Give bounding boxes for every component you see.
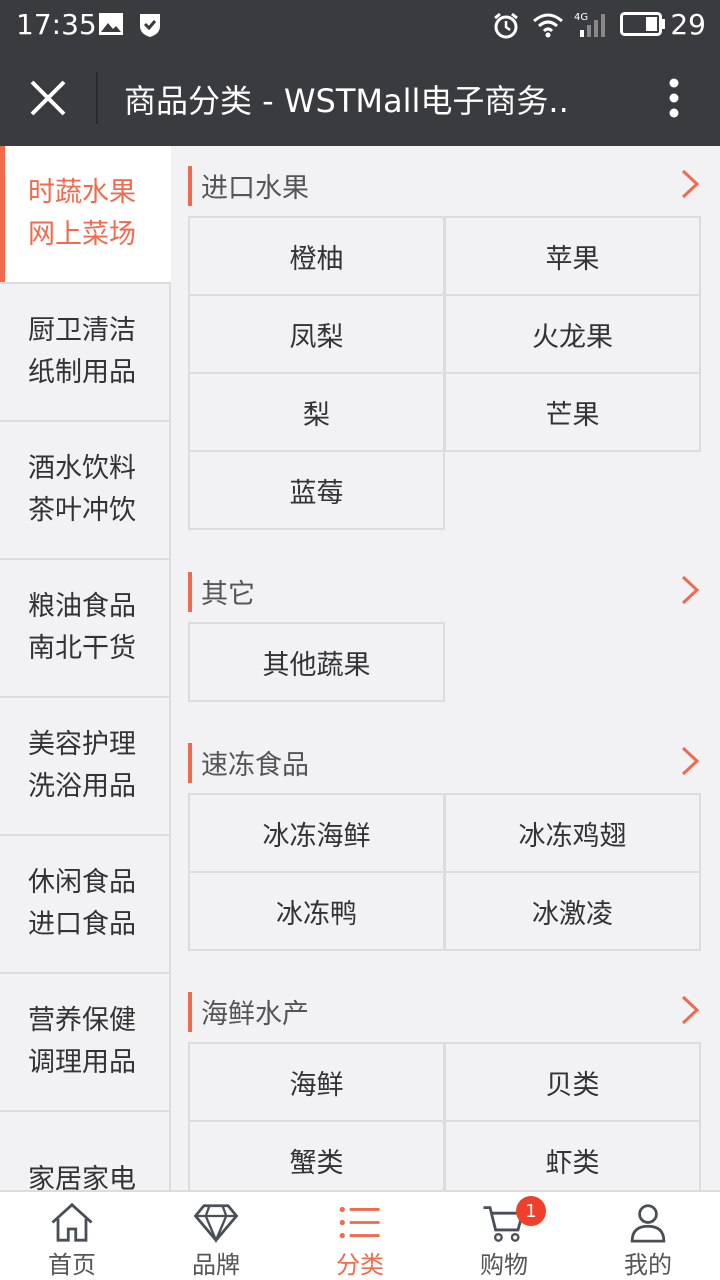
subcategory-item[interactable]: 橙柚 xyxy=(188,216,445,296)
category-sidebar: 时蔬水果 网上菜场 厨卫清洁 纸制用品 酒水饮料 茶叶冲饮 粮油食品 南北干货 … xyxy=(0,146,171,1190)
section-header[interactable]: 进口水果 xyxy=(188,154,700,216)
chevron-right-icon[interactable] xyxy=(680,168,700,200)
sidebar-item-label: 酒水饮料 xyxy=(28,453,136,484)
chevron-right-icon[interactable] xyxy=(680,574,700,606)
subcategory-item[interactable]: 冰冻海鲜 xyxy=(188,793,445,873)
subcategory-item[interactable]: 虾类 xyxy=(444,1120,701,1190)
image-icon xyxy=(99,13,123,35)
sidebar-item-fruits-vegetables[interactable]: 时蔬水果 网上菜场 xyxy=(0,146,171,284)
sidebar-item-label: 家居家电 xyxy=(28,1164,136,1190)
subcategory-grid: 橙柚 苹果 凤梨 火龙果 梨 芒果 蓝莓 xyxy=(188,216,701,530)
signal-icon xyxy=(580,14,605,37)
nav-item-profile[interactable]: 我的 xyxy=(576,1192,720,1280)
sidebar-item-label: 网上菜场 xyxy=(28,219,136,250)
subcategory-item[interactable]: 梨 xyxy=(188,372,445,452)
status-time: 17:35 xyxy=(16,8,97,41)
sidebar-item-label: 美容护理 xyxy=(28,729,136,760)
sidebar-item-kitchen-paper[interactable]: 厨卫清洁 纸制用品 xyxy=(0,284,171,422)
status-bar: 17:35 4G 29 xyxy=(0,0,720,50)
section-accent-bar xyxy=(188,992,192,1032)
appbar-divider xyxy=(96,72,98,124)
nav-item-category[interactable]: 分类 xyxy=(288,1192,432,1280)
section-accent-bar xyxy=(188,743,192,783)
section-title: 进口水果 xyxy=(201,173,309,204)
sidebar-item-grain-oil[interactable]: 粮油食品 南北干货 xyxy=(0,560,171,698)
section-header[interactable]: 速冻食品 xyxy=(188,731,700,793)
sidebar-item-snacks-imported[interactable]: 休闲食品 进口食品 xyxy=(0,836,171,974)
category-section: 其它 其他蔬果 xyxy=(188,560,700,702)
shield-check-icon xyxy=(140,14,160,37)
list-icon xyxy=(339,1206,380,1239)
alarm-icon xyxy=(494,12,518,39)
sidebar-item-label: 茶叶冲饮 xyxy=(28,495,136,526)
section-title: 其它 xyxy=(201,579,255,610)
sidebar-item-label: 纸制用品 xyxy=(28,357,136,388)
page-title: 商品分类 - WSTMall电子商务.. xyxy=(124,82,569,120)
section-accent-bar xyxy=(188,166,192,206)
sidebar-item-label: 时蔬水果 xyxy=(28,177,136,208)
section-title: 海鲜水产 xyxy=(201,999,309,1030)
subcategory-item[interactable]: 蓝莓 xyxy=(188,450,445,530)
home-icon xyxy=(51,1202,93,1242)
battery-icon xyxy=(620,12,665,36)
sidebar-item-label: 休闲食品 xyxy=(28,867,136,898)
sidebar-item-label: 南北干货 xyxy=(28,633,136,664)
nav-item-brand[interactable]: 品牌 xyxy=(144,1192,288,1280)
subcategory-item[interactable]: 凤梨 xyxy=(188,294,445,374)
sidebar-item-label: 粮油食品 xyxy=(28,591,136,622)
nav-item-home[interactable]: 首页 xyxy=(0,1192,144,1280)
nav-label: 品牌 xyxy=(192,1251,240,1279)
sidebar-item-label: 厨卫清洁 xyxy=(28,315,136,346)
category-section: 速冻食品 冰冻海鲜 冰冻鸡翅 冰冻鸭 冰激凌 xyxy=(188,731,701,951)
category-content: 进口水果 橙柚 苹果 凤梨 火龙果 梨 芒果 蓝莓 其它 其他蔬果 速冻食品 冰… xyxy=(171,146,720,1190)
nav-label: 首页 xyxy=(48,1251,96,1279)
sidebar-item-home-appliance[interactable]: 家居家电 xyxy=(0,1112,171,1190)
chevron-right-icon[interactable] xyxy=(680,994,700,1026)
sidebar-item-label: 进口食品 xyxy=(28,909,136,940)
nav-label: 我的 xyxy=(624,1251,672,1279)
subcategory-item[interactable]: 贝类 xyxy=(444,1042,701,1122)
section-accent-bar xyxy=(188,572,192,612)
subcategory-item[interactable]: 冰冻鸭 xyxy=(188,871,445,951)
subcategory-item[interactable]: 蟹类 xyxy=(188,1120,445,1190)
close-icon[interactable] xyxy=(28,78,68,118)
subcategory-item[interactable]: 芒果 xyxy=(444,372,701,452)
section-header[interactable]: 海鲜水产 xyxy=(188,980,700,1042)
subcategory-grid: 海鲜 贝类 蟹类 虾类 xyxy=(188,1042,701,1190)
more-vertical-icon[interactable] xyxy=(668,78,680,118)
chevron-right-icon[interactable] xyxy=(680,745,700,777)
category-section: 进口水果 橙柚 苹果 凤梨 火龙果 梨 芒果 蓝莓 xyxy=(188,154,701,530)
section-title: 速冻食品 xyxy=(201,750,309,781)
bottom-nav: 首页 品牌 分类 购物 1 我的 xyxy=(0,1190,720,1280)
app-bar: 商品分类 - WSTMall电子商务.. xyxy=(0,50,720,146)
nav-label: 购物 xyxy=(480,1251,528,1279)
user-icon xyxy=(630,1204,666,1243)
nav-label: 分类 xyxy=(336,1251,384,1279)
sidebar-item-health-care[interactable]: 营养保健 调理用品 xyxy=(0,974,171,1112)
nav-item-cart[interactable]: 购物 1 xyxy=(432,1192,576,1280)
subcategory-grid: 其他蔬果 xyxy=(188,622,700,702)
subcategory-item[interactable]: 火龙果 xyxy=(444,294,701,374)
category-section: 海鲜水产 海鲜 贝类 蟹类 虾类 xyxy=(188,980,701,1190)
sidebar-item-drinks-tea[interactable]: 酒水饮料 茶叶冲饮 xyxy=(0,422,171,560)
wifi-icon xyxy=(533,13,563,38)
sidebar-item-label: 营养保健 xyxy=(28,1005,136,1036)
subcategory-item[interactable]: 冰冻鸡翅 xyxy=(444,793,701,873)
diamond-icon xyxy=(193,1204,239,1243)
battery-percent: 29 xyxy=(670,8,706,41)
subcategory-grid: 冰冻海鲜 冰冻鸡翅 冰冻鸭 冰激凌 xyxy=(188,793,701,951)
sidebar-item-label: 调理用品 xyxy=(28,1047,136,1078)
subcategory-item[interactable]: 海鲜 xyxy=(188,1042,445,1122)
sidebar-item-beauty-bath[interactable]: 美容护理 洗浴用品 xyxy=(0,698,171,836)
cart-badge: 1 xyxy=(516,1196,546,1226)
subcategory-item[interactable]: 冰激凌 xyxy=(444,871,701,951)
subcategory-item[interactable]: 苹果 xyxy=(444,216,701,296)
sidebar-item-label: 洗浴用品 xyxy=(28,771,136,802)
subcategory-item[interactable]: 其他蔬果 xyxy=(188,622,445,702)
section-header[interactable]: 其它 xyxy=(188,560,700,622)
